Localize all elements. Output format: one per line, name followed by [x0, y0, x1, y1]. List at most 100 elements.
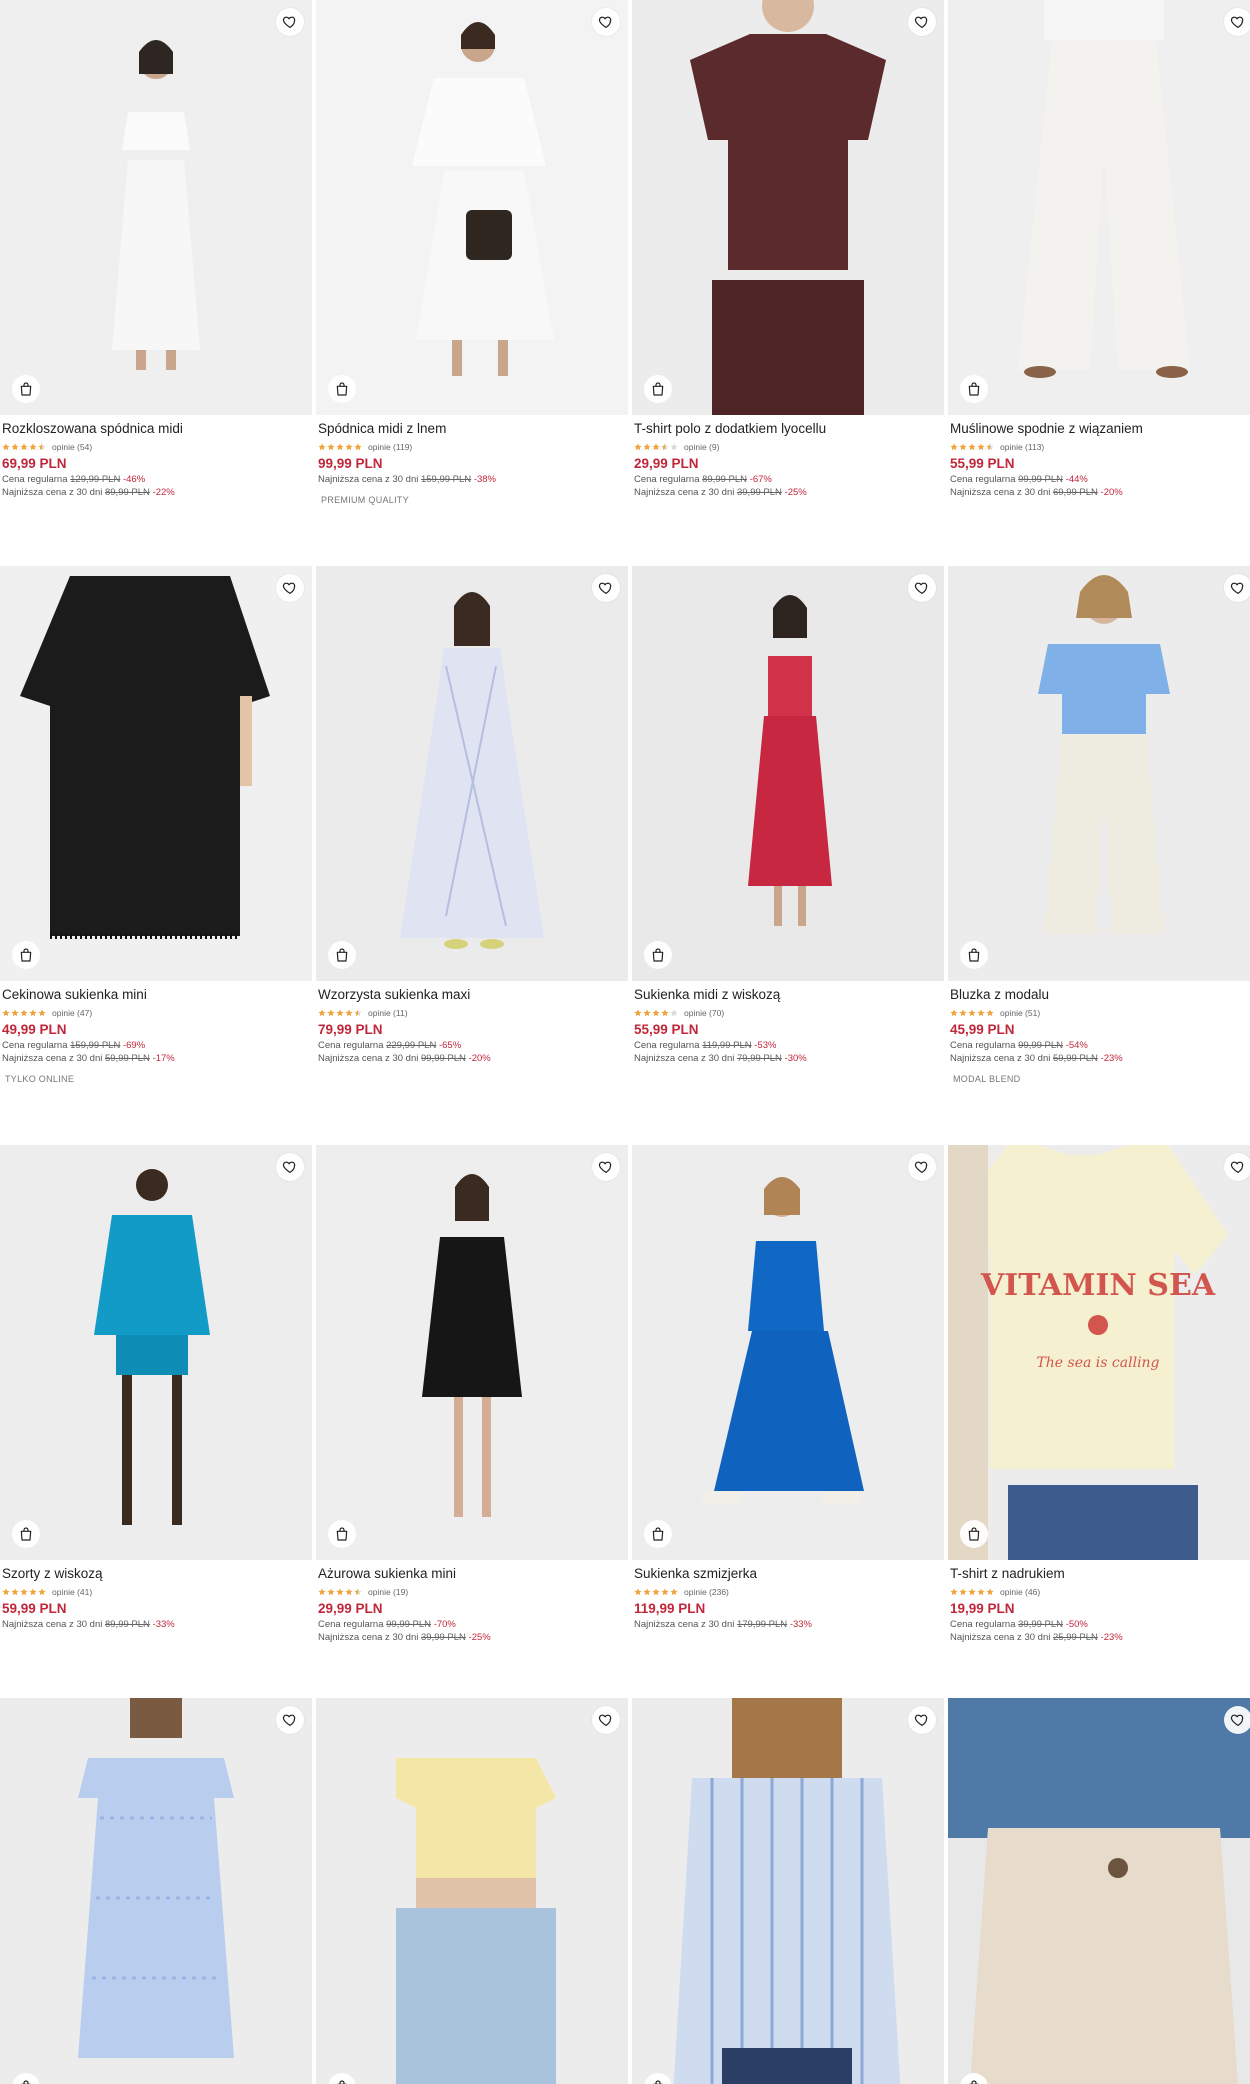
product-image[interactable] [632, 0, 944, 415]
lowest-price-line: Najniższa cena z 30 dni 179,99 PLN -33% [634, 1619, 944, 1632]
regular-price-discount: -44% [1065, 474, 1088, 485]
lowest-price-old: 159,99 PLN [420, 474, 472, 485]
heart-icon[interactable] [592, 1153, 620, 1181]
shopping-bag-icon[interactable] [960, 1520, 988, 1548]
star-icon [643, 438, 651, 456]
regular-price-old: 229,99 PLN [386, 1040, 437, 1051]
product-name[interactable]: Bluzka z modalu [950, 987, 1250, 1004]
product-image[interactable] [316, 1145, 628, 1560]
product-name[interactable]: Muślinowe spodnie z wiązaniem [950, 421, 1250, 438]
shopping-bag-icon[interactable] [328, 375, 356, 403]
product-rating: opinie (119) [318, 439, 628, 454]
shopping-bag-icon[interactable] [960, 375, 988, 403]
product-image[interactable] [632, 1698, 944, 2084]
product-name[interactable]: Ażurowa sukienka mini [318, 1566, 628, 1583]
product-name[interactable]: Sukienka midi z wiskozą [634, 987, 944, 1004]
product-image[interactable] [948, 1698, 1250, 2084]
reviews-count[interactable]: opinie (19) [368, 1587, 408, 1597]
star-rating [950, 438, 994, 456]
heart-icon[interactable] [908, 1153, 936, 1181]
star-icon [336, 1004, 344, 1022]
star-icon [670, 1004, 678, 1022]
heart-icon[interactable] [1224, 574, 1250, 602]
heart-icon[interactable] [276, 8, 304, 36]
product-price: 45,99 PLN [950, 1022, 1015, 1037]
star-icon [20, 1583, 28, 1601]
shopping-bag-icon[interactable] [328, 1520, 356, 1548]
reviews-count[interactable]: opinie (47) [52, 1008, 92, 1018]
product-name[interactable]: Sukienka szmizjerka [634, 1566, 944, 1583]
shopping-bag-icon[interactable] [12, 375, 40, 403]
product-image[interactable] [0, 1145, 312, 1560]
reviews-count[interactable]: opinie (11) [368, 1008, 408, 1018]
product-price: 55,99 PLN [950, 456, 1015, 471]
star-icon [977, 438, 985, 456]
regular-price-old: 89,99 PLN [702, 474, 748, 485]
lowest-price-line: Najniższa cena z 30 dni 39,99 PLN -25% [318, 1632, 628, 1645]
reviews-count[interactable]: opinie (9) [684, 442, 719, 452]
product-image[interactable] [0, 0, 312, 415]
product-name[interactable]: T-shirt z nadrukiem [950, 1566, 1250, 1583]
regular-price-discount: -54% [1065, 1040, 1088, 1051]
heart-icon[interactable] [592, 8, 620, 36]
heart-icon[interactable] [908, 8, 936, 36]
product-image[interactable] [316, 566, 628, 981]
regular-price-line: Cena regularna 99,99 PLN -70% [318, 1619, 628, 1632]
regular-price-line: Cena regularna 129,99 PLN -46% [2, 474, 312, 487]
shopping-bag-icon[interactable] [644, 1520, 672, 1548]
reviews-count[interactable]: opinie (113) [1000, 442, 1044, 452]
product-name[interactable]: Rozkloszowana spódnica midi [2, 421, 312, 438]
star-icon [327, 438, 335, 456]
shopping-bag-icon[interactable] [12, 1520, 40, 1548]
product-image[interactable] [948, 0, 1250, 415]
lowest-price-old: 39,99 PLN [736, 487, 782, 498]
heart-icon[interactable] [1224, 1706, 1250, 1734]
product-image[interactable] [316, 1698, 628, 2084]
product-tag: MODAL BLEND [953, 1074, 1021, 1084]
shopping-bag-icon[interactable] [644, 941, 672, 969]
product-image[interactable] [0, 1698, 312, 2084]
heart-icon[interactable] [1224, 1153, 1250, 1181]
product-image[interactable] [316, 0, 628, 415]
star-icon [643, 1004, 651, 1022]
product-name[interactable]: Spódnica midi z lnem [318, 421, 628, 438]
product-name[interactable]: Szorty z wiskozą [2, 1566, 312, 1583]
shopping-bag-icon[interactable] [644, 375, 672, 403]
lowest-price-label: Najniższa cena z 30 dni [950, 1632, 1051, 1643]
heart-icon[interactable] [276, 1706, 304, 1734]
product-image[interactable] [632, 1145, 944, 1560]
shopping-bag-icon[interactable] [960, 941, 988, 969]
product-price: 49,99 PLN [2, 1022, 67, 1037]
star-icon [20, 438, 28, 456]
heart-icon[interactable] [276, 1153, 304, 1181]
heart-icon[interactable] [908, 574, 936, 602]
reviews-count[interactable]: opinie (41) [52, 1587, 92, 1597]
reviews-count[interactable]: opinie (46) [1000, 1587, 1040, 1597]
reviews-count[interactable]: opinie (51) [1000, 1008, 1040, 1018]
lowest-price-label: Najniższa cena z 30 dni [318, 1632, 419, 1643]
heart-icon[interactable] [592, 574, 620, 602]
heart-icon[interactable] [276, 574, 304, 602]
product-image[interactable] [632, 566, 944, 981]
product-name[interactable]: T-shirt polo z dodatkiem lyocellu [634, 421, 944, 438]
product-image[interactable] [948, 566, 1250, 981]
reviews-count[interactable]: opinie (70) [684, 1008, 724, 1018]
star-icon [327, 1004, 335, 1022]
shopping-bag-icon[interactable] [328, 941, 356, 969]
regular-price-discount: -65% [438, 1040, 462, 1051]
shopping-bag-icon[interactable] [12, 941, 40, 969]
heart-icon[interactable] [1224, 8, 1250, 36]
reviews-count[interactable]: opinie (119) [368, 442, 412, 452]
product-image[interactable]: VITAMIN SEA The sea is calling [948, 1145, 1250, 1560]
product-image[interactable] [0, 566, 312, 981]
reviews-count[interactable]: opinie (54) [52, 442, 92, 452]
heart-icon[interactable] [592, 1706, 620, 1734]
reviews-count[interactable]: opinie (236) [684, 1587, 729, 1597]
product-name[interactable]: Cekinowa sukienka mini [2, 987, 312, 1004]
star-icon [977, 1004, 985, 1022]
lowest-price-discount: -20% [1100, 487, 1123, 498]
heart-icon[interactable] [908, 1706, 936, 1734]
product-name[interactable]: Wzorzysta sukienka maxi [318, 987, 628, 1004]
star-rating [318, 438, 362, 456]
regular-price-line: Cena regularna 229,99 PLN -65% [318, 1040, 628, 1053]
